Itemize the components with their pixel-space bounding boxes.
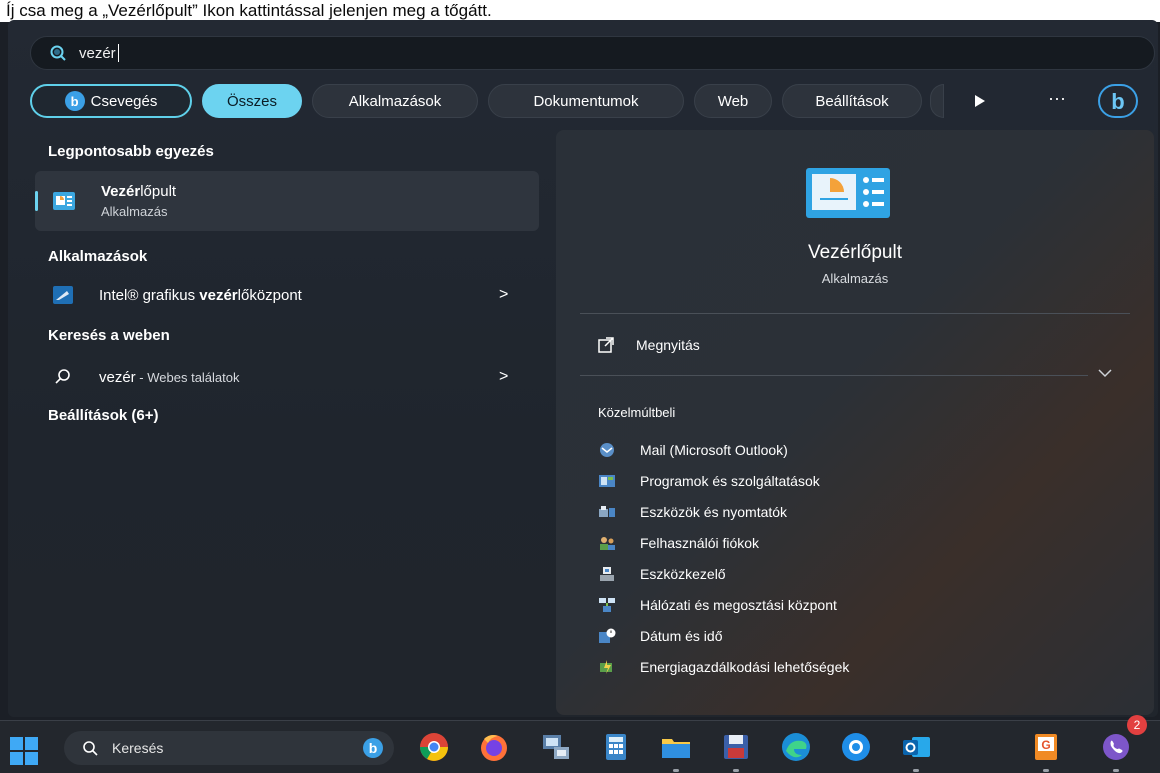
running-indicator [1043,769,1049,772]
chat-chip-label: Csevegés [90,92,158,110]
pdf-app-icon[interactable]: G [1030,731,1062,763]
bing-chat-icon: b [64,91,85,111]
network-icon [599,598,615,612]
svg-text:b: b [1111,89,1124,114]
calculator-icon[interactable] [600,731,632,763]
chevron-right-icon: > [499,286,509,303]
preview-app-name: Vezérlőpult [807,242,902,263]
selection-indicator [35,191,38,211]
text-caret [117,44,119,62]
divider [580,313,1130,314]
tab-all[interactable]: Összes [202,84,302,118]
recent-item-programs[interactable]: Programok és szolgáltatások [598,470,820,492]
expand-chevron-icon[interactable] [1098,368,1112,378]
power-icon [600,660,612,674]
tab-web-label: Web [717,92,749,110]
search-query-text: vezér [79,44,116,62]
tab-settings-label: Beállítások [815,92,889,110]
search-icon [83,741,98,756]
recent-item-user-accounts[interactable]: Felhasználói fiókok [598,532,759,554]
windows-start-icon[interactable] [8,735,40,767]
tab-all-label: Összes [226,92,277,110]
open-action[interactable]: Megnyitás [598,335,700,355]
intel-graphics-icon [53,286,73,304]
recent-item-network-center[interactable]: Hálózati és megosztási központ [598,594,837,616]
firefox-icon[interactable] [478,731,510,763]
running-indicator [733,769,739,772]
mail-icon [600,443,614,457]
web-search-header: Keresés a weben [48,327,170,344]
chrome-icon[interactable] [418,731,450,763]
app-result-label: Intel® grafikus vezérlőközpont [99,286,302,304]
app-circle-icon[interactable] [840,731,872,763]
network-tool-icon[interactable] [540,731,572,763]
search-input[interactable]: vezér [30,36,1155,70]
tab-web[interactable]: Web [694,84,772,118]
running-indicator [673,769,679,772]
best-match-title: Vezérlőpult [101,183,177,200]
programs-icon [599,475,615,487]
best-match-subtitle: Alkalmazás [101,204,168,219]
recent-item-mail[interactable]: Mail (Microsoft Outlook) [598,439,788,461]
settings-header[interactable]: Beállítások (6+) [48,407,158,424]
background-document-text: Íj csa meg a „Vezérlőpult” Ikon kattintá… [0,0,1160,22]
preview-pane: Vezérlőpult Alkalmazás Megnyitás Közelmú… [556,130,1154,715]
search-icon [55,369,70,384]
tab-settings[interactable]: Beállítások [782,84,922,118]
device-manager-icon [600,567,614,581]
outlook-icon[interactable] [900,731,932,763]
file-explorer-icon[interactable] [660,731,692,763]
running-indicator [1113,769,1119,772]
tab-documents[interactable]: Dokumentumok [488,84,684,118]
apps-header: Alkalmazások [48,248,148,265]
control-panel-icon [53,192,75,210]
edge-icon[interactable] [780,731,812,763]
search-icon [50,45,66,61]
scroll-right-icon[interactable] [974,94,986,108]
open-external-icon [598,337,614,353]
control-panel-large-icon [806,168,890,218]
svg-text:b: b [369,740,378,756]
divider [580,375,1088,376]
bing-logo-icon[interactable]: b [1098,84,1138,118]
filter-chips: b Csevegés Összes Alkalmazások Dokumentu… [30,84,1160,118]
best-match-header: Legpontosabb egyezés [48,143,214,160]
tab-overflow [930,84,944,118]
taskbar-search-placeholder: Keresés [112,740,164,756]
tab-apps-label: Alkalmazások [348,92,442,110]
open-label: Megnyitás [636,337,700,353]
recent-item-devices-printers[interactable]: Eszközök és nyomtatók [598,501,787,523]
viber-icon[interactable] [1100,731,1132,763]
printer-icon [599,506,615,517]
taskbar: Keresés b G 2 [0,715,1160,773]
more-options-button[interactable]: ··· [1048,88,1066,109]
chat-chip[interactable]: b Csevegés [30,84,192,118]
web-result-label: vezér - Webes találatok [99,368,240,386]
web-result-item[interactable]: vezér - Webes találatok > [35,361,539,393]
save-disk-icon[interactable] [720,731,752,763]
recent-item-device-manager[interactable]: Eszközkezelő [598,563,726,585]
clock-icon [599,628,616,643]
taskbar-search-box[interactable]: Keresés b [64,731,394,765]
notification-badge: 2 [1127,715,1147,735]
preview-app-type: Alkalmazás [821,271,889,286]
recent-header: Közelmúltbeli [598,405,676,420]
bing-icon[interactable]: b [362,737,384,759]
app-result-intel[interactable]: Intel® grafikus vezérlőközpont > [35,279,539,311]
best-match-control-panel[interactable]: Vezérlőpult Alkalmazás [35,171,539,231]
chevron-right-icon: > [499,368,509,385]
users-icon [600,537,615,550]
svg-text:G: G [1041,738,1050,752]
running-indicator [913,769,919,772]
recent-item-date-time[interactable]: Dátum és idő [598,625,722,647]
tab-apps[interactable]: Alkalmazások [312,84,478,118]
recent-item-power-options[interactable]: Energiagazdálkodási lehetőségek [598,656,849,678]
tab-documents-label: Dokumentumok [533,92,639,110]
